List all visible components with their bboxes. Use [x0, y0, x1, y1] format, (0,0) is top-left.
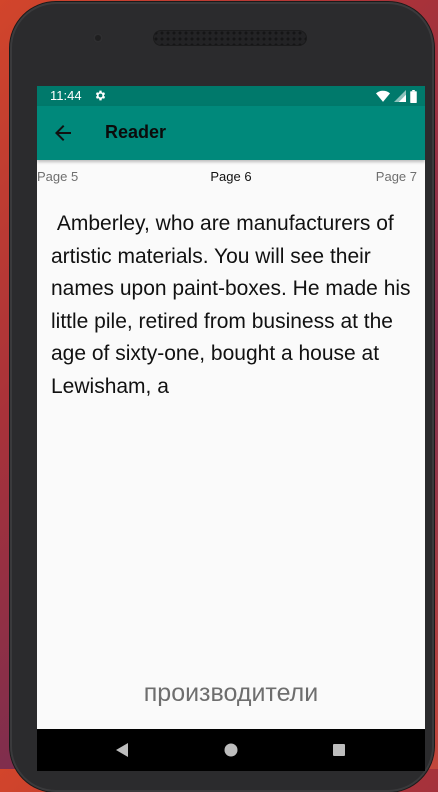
screen: 11:44 Reader Page 5 Page 6 Page 7 Amberl… — [37, 86, 425, 771]
status-time: 11:44 — [50, 88, 82, 103]
status-icons — [376, 89, 417, 103]
status-bar: 11:44 — [37, 86, 425, 106]
app-bar: Reader — [37, 106, 425, 160]
settings-gear-icon — [95, 90, 106, 101]
wifi-icon — [376, 90, 390, 102]
page-navigation: Page 5 Page 6 Page 7 — [37, 169, 425, 187]
front-camera — [93, 33, 103, 43]
earpiece-speaker — [153, 30, 307, 46]
back-triangle-icon[interactable] — [114, 742, 130, 758]
system-navigation-bar — [37, 729, 425, 771]
next-page-link[interactable]: Page 7 — [376, 169, 417, 184]
phone-frame: 11:44 Reader Page 5 Page 6 Page 7 Amberl… — [10, 2, 434, 792]
signal-icon — [394, 90, 406, 102]
reader-text[interactable]: Amberley, who are manufacturers of artis… — [51, 208, 411, 403]
arrow-back-icon[interactable] — [51, 121, 75, 145]
battery-icon — [410, 89, 417, 103]
home-circle-icon[interactable] — [223, 742, 239, 758]
current-page-label: Page 6 — [210, 169, 252, 184]
previous-page-link[interactable]: Page 5 — [37, 169, 78, 184]
translation-word: производители — [143, 679, 319, 707]
recents-square-icon[interactable] — [331, 742, 347, 758]
app-title: Reader — [105, 122, 167, 142]
